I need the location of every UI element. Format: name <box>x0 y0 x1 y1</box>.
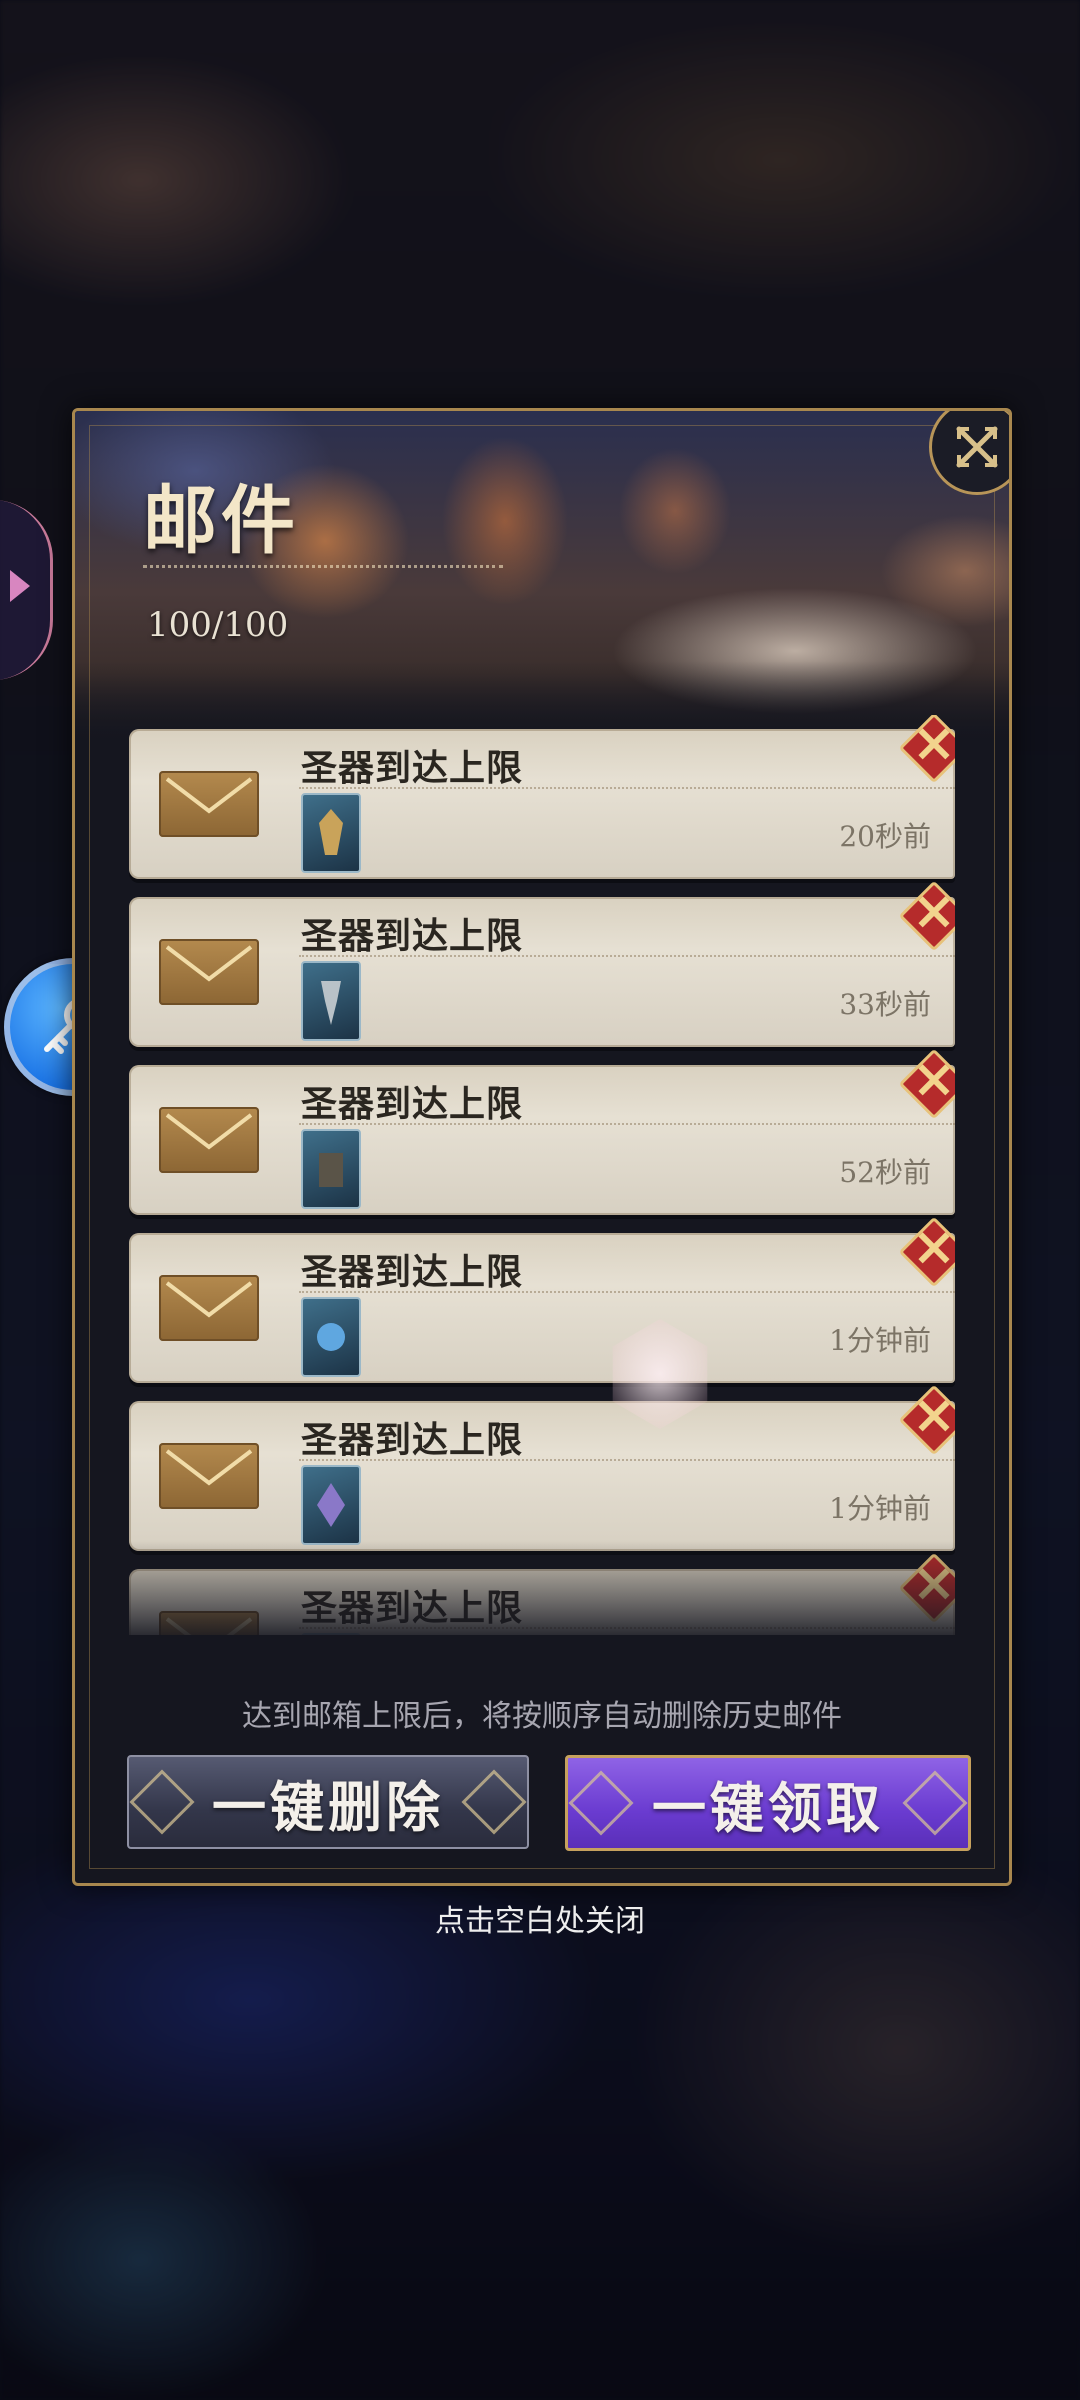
reward-item-thumbnail <box>301 1129 361 1209</box>
mail-title: 圣器到达上限 <box>301 915 524 957</box>
title-divider <box>143 565 503 568</box>
claim-all-label: 一键领取 <box>652 1775 884 1840</box>
mail-title: 圣器到达上限 <box>301 1083 524 1125</box>
mail-time: 1分钟前 <box>829 1324 931 1357</box>
mail-item[interactable]: 圣器到达上限 20秒前 <box>129 715 955 879</box>
reward-item-thumbnail <box>301 1465 361 1545</box>
envelope-icon <box>159 1611 259 1635</box>
reward-item-thumbnail <box>301 1633 361 1635</box>
mail-item[interactable]: 圣器到达上限 1分钟前 <box>129 1384 955 1551</box>
mail-time: 52秒前 <box>839 1156 931 1189</box>
mail-item[interactable]: 圣器到达上限 <box>129 1552 955 1635</box>
artifact-icon <box>317 1323 345 1351</box>
envelope-icon <box>159 1107 259 1173</box>
mailbox-limit-notice: 达到邮箱上限后，将按顺序自动删除历史邮件 <box>242 1699 842 1734</box>
reward-item-thumbnail <box>301 1297 361 1377</box>
mail-list[interactable]: 圣器到达上限 20秒前 圣器到达上限 33秒前 圣器到达上限 52秒前 圣器到达… <box>129 715 955 1635</box>
mail-title: 圣器到达上限 <box>301 747 524 789</box>
mail-time: 33秒前 <box>839 988 931 1021</box>
envelope-icon <box>159 1443 259 1509</box>
mail-panel: 邮件 100/100 圣器到达上限 20秒前 圣器到达上限 33秒前 圣器到达上… <box>72 408 1012 1886</box>
close-x-icon <box>956 426 998 468</box>
panel-title: 邮件 <box>143 478 299 564</box>
mail-item[interactable]: 圣器到达上限 52秒前 <box>129 1048 955 1215</box>
envelope-icon <box>159 1275 259 1341</box>
envelope-icon <box>159 771 259 837</box>
delete-all-label: 一键删除 <box>212 1774 444 1839</box>
artifact-icon <box>319 809 343 855</box>
expand-arrow-icon[interactable] <box>10 570 30 602</box>
mail-item[interactable]: 圣器到达上限 1分钟前 <box>129 1216 955 1383</box>
gift-icon <box>898 1384 955 1456</box>
claim-all-button[interactable]: 一键领取 <box>565 1755 971 1851</box>
gift-icon <box>898 715 955 784</box>
gift-icon <box>898 1552 955 1624</box>
mail-count: 100/100 <box>147 605 289 645</box>
mail-title: 圣器到达上限 <box>301 1419 524 1461</box>
mail-title: 圣器到达上限 <box>301 1251 524 1293</box>
artifact-icon <box>319 1153 343 1187</box>
reward-item-thumbnail <box>301 793 361 873</box>
mail-time: 1分钟前 <box>829 1492 931 1525</box>
mail-item[interactable]: 圣器到达上限 33秒前 <box>129 880 955 1047</box>
delete-all-button[interactable]: 一键删除 <box>127 1755 529 1849</box>
mail-title: 圣器到达上限 <box>301 1587 524 1629</box>
gift-icon <box>898 880 955 952</box>
gift-icon <box>898 1048 955 1120</box>
gift-icon <box>898 1216 955 1288</box>
reward-item-thumbnail <box>301 961 361 1041</box>
tap-outside-to-close-hint: 点击空白处关闭 <box>435 1904 645 1939</box>
artifact-icon <box>321 981 341 1025</box>
envelope-icon <box>159 939 259 1005</box>
artifact-icon <box>317 1483 345 1527</box>
mail-time: 20秒前 <box>839 820 931 853</box>
